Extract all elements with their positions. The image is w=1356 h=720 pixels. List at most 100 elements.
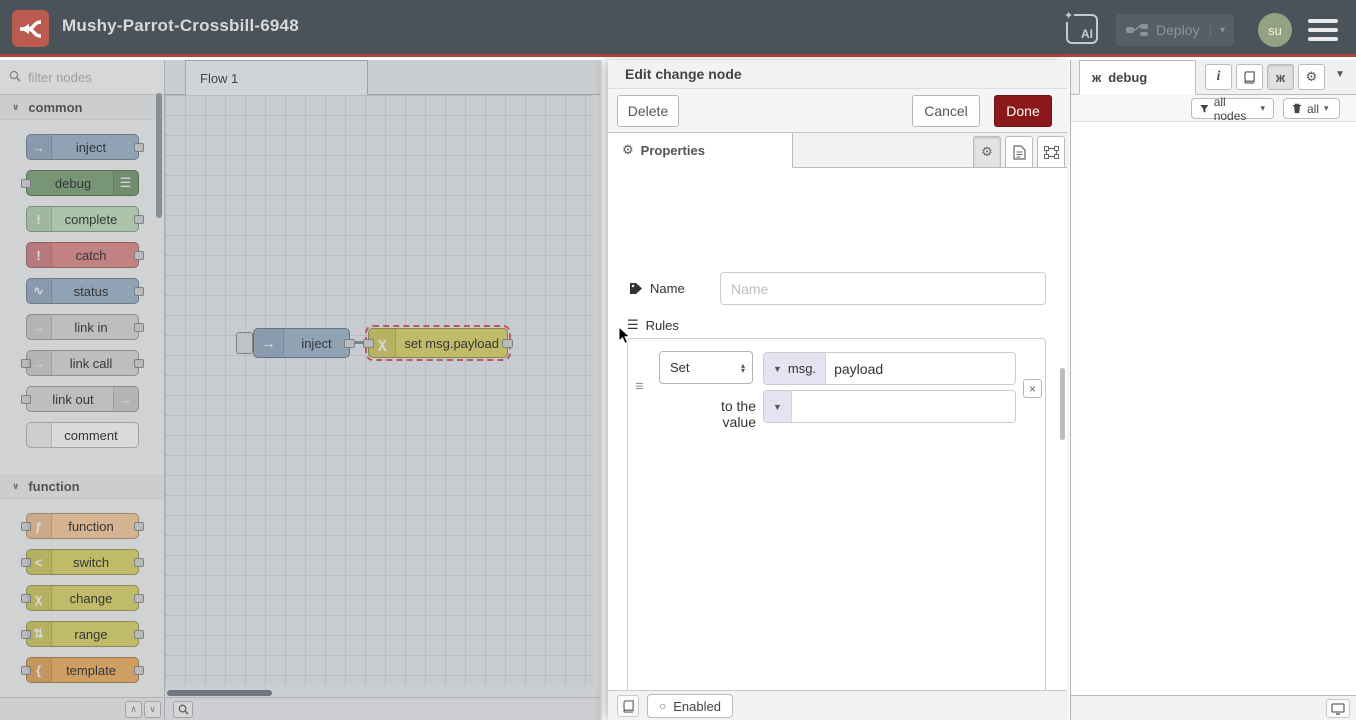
inject-trigger-button[interactable] [236,332,253,354]
tab-debug[interactable]: ж debug [1079,60,1196,95]
info-tab-button[interactable]: i [1205,64,1232,90]
change-swap-icon: χ [27,586,52,610]
cancel-button[interactable]: Cancel [912,95,980,127]
debug-messages-panel[interactable] [1071,122,1356,695]
status-pulse-icon: ∿ [27,279,52,303]
node-input-port[interactable] [363,339,374,348]
tab-description-button[interactable] [1005,136,1033,168]
chevron-down-icon: ▾ [1324,103,1329,114]
rule-action-select[interactable]: Set ▴▾ [659,351,753,384]
flow-node-set-msg-payload[interactable]: χset msg.payload [368,328,508,358]
help-tab-button[interactable] [1236,64,1263,90]
rule-value-input[interactable]: ▼ [763,390,1016,423]
expand-categories-button[interactable]: ∨ [144,701,161,718]
flow-node-label: inject [284,336,349,351]
debug-clear-button[interactable]: all ▾ [1283,98,1340,119]
category-label: common [28,100,82,115]
palette-node-link-call[interactable]: →link call [26,350,139,376]
node-red-logo-icon [12,10,49,47]
done-button[interactable]: Done [994,95,1052,127]
flow-canvas[interactable]: →inject χset msg.payload [165,95,600,720]
gear-icon: ⚙ [1306,69,1318,85]
node-output-port [134,594,144,603]
main-menu-button[interactable] [1308,19,1338,41]
palette-filter-input[interactable] [28,66,156,88]
tab-properties-icon-button[interactable]: ⚙ [973,136,1001,168]
palette-category-common[interactable]: ∨ common [0,95,164,120]
book-icon [622,700,635,713]
value-value[interactable] [792,391,800,422]
palette-node-catch[interactable]: !catch [26,242,139,268]
workspace-footer [165,697,600,720]
debug-tab-button[interactable]: ж [1267,64,1294,90]
debug-filter-button[interactable]: all nodes ▾ [1191,98,1274,119]
rule-drag-handle[interactable]: ≡ [635,378,644,395]
palette-node-link-out[interactable]: →link out [26,386,139,412]
user-avatar[interactable]: su [1258,13,1292,47]
canvas-v-scrollbar[interactable] [593,95,600,687]
comment-bubble-icon: “ [27,423,52,447]
delete-button[interactable]: Delete [617,95,679,127]
sparkle-icon: ✦ [1063,9,1074,22]
rule-property-input[interactable]: ▼ msg. payload [763,352,1016,385]
gear-icon: ⚙ [622,142,634,158]
deploy-options-caret[interactable]: ▾ [1210,25,1234,36]
tray-form: Name ☰ Rules ≡ Set ▴▾ ▼ msg. payload [608,169,1067,690]
tab-properties[interactable]: ⚙ Properties [608,133,793,168]
tray-scrollbar[interactable] [1060,368,1065,440]
book-icon [1243,71,1256,84]
palette-node-complete[interactable]: !complete [26,206,139,232]
deploy-button[interactable]: Deploy ▾ [1116,14,1234,46]
open-debug-window-button[interactable] [1326,699,1350,718]
rules-list: ≡ Set ▴▾ ▼ msg. payload × to the value ▼ [627,338,1046,720]
palette-node-range[interactable]: ⇅range [26,621,139,647]
remove-rule-button[interactable]: × [1023,379,1042,398]
palette-category-function[interactable]: ∨function [0,474,164,499]
ai-assistant-button[interactable]: ✦ AI [1066,14,1098,44]
node-output-port[interactable] [344,339,355,348]
flow-tab[interactable]: Flow 1 [185,60,368,95]
flow-node-inject[interactable]: →inject [253,328,350,358]
palette-node-template[interactable]: {template [26,657,139,683]
property-value[interactable]: payload [826,353,883,384]
palette-node-change[interactable]: χchange [26,585,139,611]
debug-filterbar: all nodes ▾ all ▾ [1071,95,1356,122]
node-output-port[interactable] [502,339,513,348]
tray-title: Edit change node [608,60,1067,89]
debug-sidebar: ж debug i ж ⚙ ▼ all nodes ▾ all ▾ [1070,60,1356,720]
chevron-down-icon: ∨ [12,481,19,492]
range-scale-icon: ⇅ [27,622,52,646]
selection-frame-icon [1044,146,1059,159]
value-type-button[interactable]: ▼ [764,391,792,422]
tab-appearance-button[interactable] [1037,136,1065,168]
bug-icon: ж [1276,70,1285,85]
chevron-down-icon: ▾ [1260,103,1265,114]
canvas-search-button[interactable] [173,701,193,718]
palette-node-link-in[interactable]: →link in [26,314,139,340]
sidebar-menu-caret[interactable]: ▼ [1335,69,1345,80]
flow-node-label: set msg.payload [396,336,507,351]
palette-category-body: ƒfunction <switch χchange ⇅range {template [0,499,164,697]
name-input[interactable] [720,272,1046,305]
collapse-categories-button[interactable]: ∧ [125,701,142,718]
catch-bang-icon: ! [27,243,52,267]
node-enabled-toggle[interactable]: ○ Enabled [647,694,733,718]
palette-scrollbar[interactable] [156,93,162,218]
palette-footer: ∧ ∨ [0,697,165,720]
palette-node-debug[interactable]: ☰debug [26,170,139,196]
edit-tray: Edit change node Delete Cancel Done ⚙ Pr… [608,60,1067,720]
chevron-down-icon: ∨ [12,102,19,113]
palette-search[interactable] [0,60,164,95]
chevron-down-icon: ▼ [773,402,782,412]
link-arrow-icon: → [27,315,52,339]
node-help-button[interactable] [617,695,639,717]
property-type-button[interactable]: ▼ msg. [764,353,826,384]
palette-node-function[interactable]: ƒfunction [26,513,139,539]
palette-node-comment[interactable]: “comment [26,422,139,448]
palette-node-status[interactable]: ∿status [26,278,139,304]
function-f-icon: ƒ [27,514,52,538]
palette-node-inject[interactable]: →inject [26,134,139,160]
config-nodes-tab-button[interactable]: ⚙ [1298,64,1325,90]
palette-node-switch[interactable]: <switch [26,549,139,575]
name-label: Name [650,281,685,296]
